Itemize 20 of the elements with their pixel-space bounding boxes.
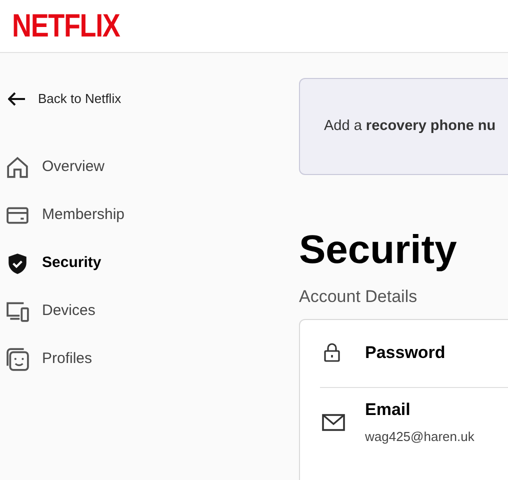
sidebar-item[interactable]: Security	[0, 249, 299, 277]
netflix-logo[interactable]: NETFLIX	[12, 10, 120, 42]
profile-icon	[6, 348, 29, 370]
row-title: Password	[365, 342, 446, 364]
banner-text: Add a recovery phone nu	[324, 116, 496, 136]
back-link[interactable]: Back to Netflix	[0, 89, 299, 109]
home-icon	[6, 156, 29, 178]
page-title: Security	[299, 230, 458, 270]
row-title: Email	[365, 399, 412, 421]
sidebar-item[interactable]: Membership	[0, 201, 299, 229]
sidebar-item[interactable]: Overview	[0, 153, 299, 181]
sidebar-item[interactable]: Devices	[0, 297, 299, 325]
back-arrow-icon	[8, 92, 26, 106]
account-row[interactable]: Password	[320, 320, 508, 388]
shield-icon	[6, 252, 29, 274]
section-title: Account Details	[299, 286, 418, 308]
sidebar-item[interactable]: Profiles	[0, 345, 299, 373]
account-row[interactable]: Email wag425@haren.uk	[320, 388, 508, 456]
row-value: wag425@haren.uk	[365, 428, 474, 446]
devices-icon	[6, 300, 29, 322]
